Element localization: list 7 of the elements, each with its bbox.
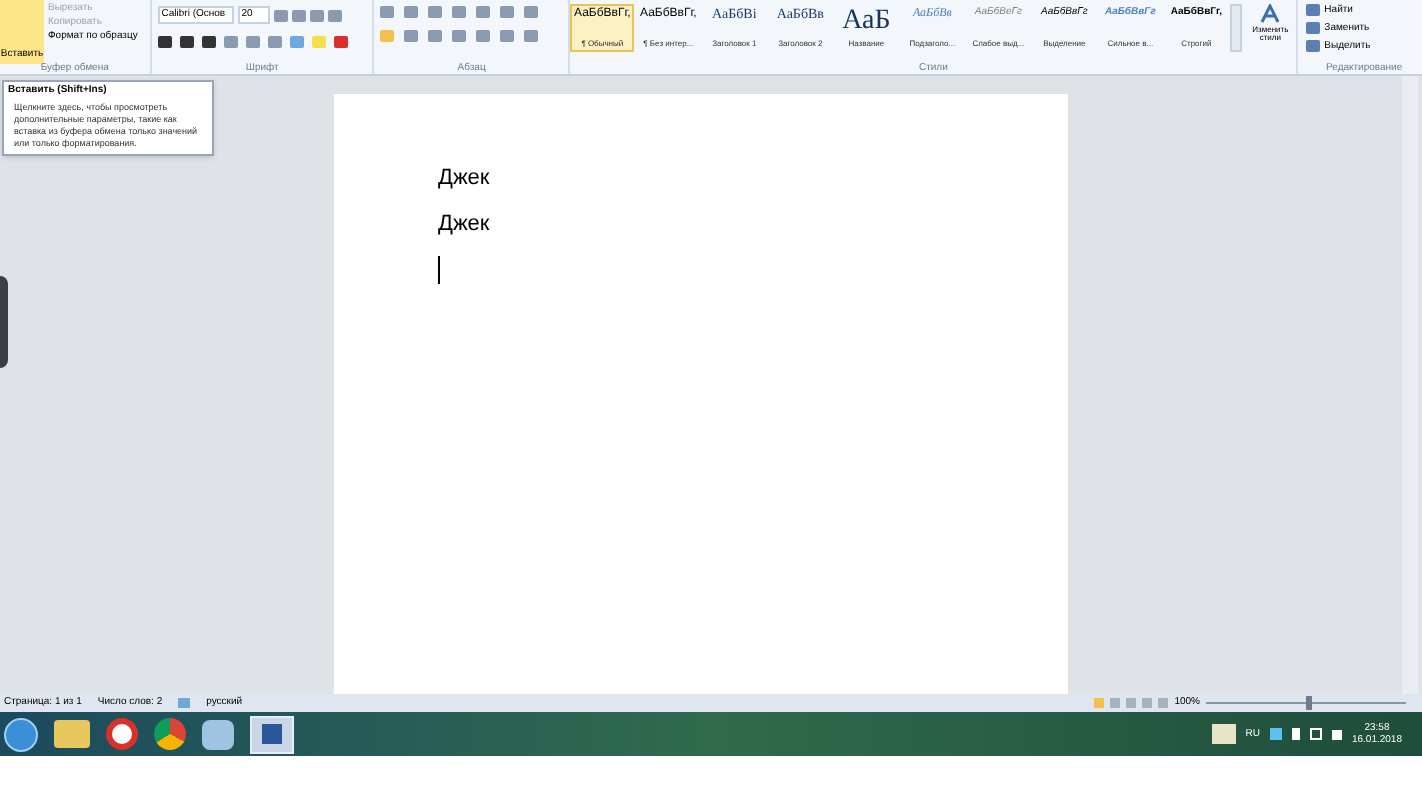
document-text: Джек	[438, 164, 492, 194]
gallery-scroll[interactable]	[1230, 4, 1243, 52]
zoom-thumb[interactable]	[1306, 696, 1312, 710]
styles-icon	[1260, 4, 1281, 24]
scrollbar[interactable]	[1402, 76, 1418, 694]
document-text: Джек	[438, 210, 492, 240]
text-cursor	[438, 256, 440, 284]
